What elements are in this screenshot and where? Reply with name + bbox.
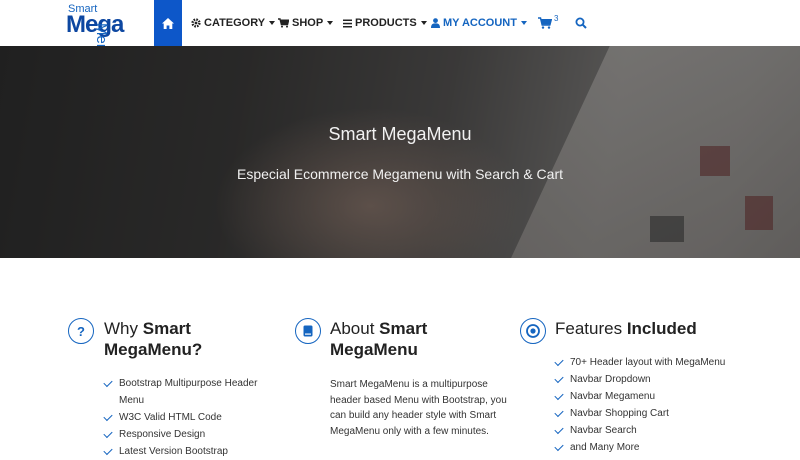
check-icon <box>103 445 113 456</box>
navbar: Smart Mega Menu CATEGORY SHOP PRODUCTS M… <box>0 0 800 61</box>
list-item-label: Responsive Design <box>119 429 206 440</box>
check-icon <box>554 373 564 384</box>
list-item-label: and Many More <box>570 442 640 453</box>
check-icon <box>103 411 113 422</box>
list-item: Responsive Design <box>103 426 284 443</box>
list-item: W3C Valid HTML Code <box>103 409 284 426</box>
about-title-pre: About <box>330 319 380 338</box>
hero-subtitle: Especial Ecommerce Megamenu with Search … <box>236 166 564 182</box>
features-title-pre: Features <box>555 319 627 338</box>
check-icon <box>554 390 564 401</box>
list-item-label: 70+ Header layout with MegaMenu <box>570 357 726 368</box>
nav-my-account[interactable]: MY ACCOUNT <box>431 0 527 46</box>
cart-count-badge: 3 <box>554 14 559 23</box>
nav-shop-label: SHOP <box>292 17 324 29</box>
list-item-label: W3C Valid HTML Code <box>119 412 222 423</box>
hero-overlay <box>0 46 800 258</box>
search-button[interactable] <box>575 16 587 29</box>
nav-category[interactable]: CATEGORY <box>191 0 276 46</box>
why-title-pre: Why <box>104 319 143 338</box>
list-item: Navbar Search <box>554 422 775 439</box>
features-title-bold: Included <box>626 319 697 338</box>
nav-shop[interactable]: SHOP <box>278 0 334 46</box>
check-icon <box>103 377 113 388</box>
list-item-label: Navbar Megamenu <box>570 391 656 402</box>
list-item: 70+ Header layout with MegaMenu <box>554 354 775 371</box>
why-title: Why Smart MegaMenu? <box>104 318 234 360</box>
features-list: 70+ Header layout with MegaMenu Navbar D… <box>554 354 775 456</box>
cart-button[interactable]: 3 <box>538 14 562 32</box>
list-item-label: Navbar Shopping Cart <box>570 408 669 419</box>
list-item: and Many More <box>554 439 775 456</box>
list-item: Latest Version Bootstrap <box>103 443 284 460</box>
about-text: Smart MegaMenu is a multipurpose header … <box>330 379 507 437</box>
nav-category-label: CATEGORY <box>204 17 266 29</box>
features-title: Features Included <box>555 318 755 339</box>
list-item: Bootstrap Multipurpose Header Menu <box>103 375 284 409</box>
list-item: Navbar Megamenu <box>554 388 775 405</box>
check-icon <box>554 424 564 435</box>
chevron-down-icon <box>327 21 334 25</box>
about-title: About Smart MegaMenu <box>330 318 470 360</box>
cart-icon <box>538 17 552 29</box>
hero-banner: Smart MegaMenu Especial Ecommerce Megame… <box>0 46 800 258</box>
user-icon <box>431 18 440 28</box>
list-item-label: Navbar Search <box>570 425 637 436</box>
question-icon: ? <box>68 318 94 344</box>
list-item: Navbar Shopping Cart <box>554 405 775 422</box>
list-item-label: Latest Version Bootstrap <box>119 446 228 457</box>
target-icon <box>520 318 546 344</box>
hero-title: Smart MegaMenu <box>328 124 472 144</box>
nav-products-label: PRODUCTS <box>355 17 417 29</box>
home-icon <box>162 17 174 29</box>
check-icon <box>103 428 113 439</box>
cart-icon <box>278 18 289 28</box>
search-icon <box>575 17 587 29</box>
list-item: Navbar Dropdown <box>554 371 775 388</box>
list-item-label: Navbar Dropdown <box>570 374 651 385</box>
chevron-down-icon <box>269 21 276 25</box>
list-icon <box>343 19 352 28</box>
nav-products[interactable]: PRODUCTS <box>343 0 427 46</box>
why-list: Bootstrap Multipurpose Header Menu W3C V… <box>103 375 284 460</box>
nav-my-account-label: MY ACCOUNT <box>443 17 517 29</box>
check-icon <box>554 356 564 367</box>
check-icon <box>554 441 564 452</box>
chevron-down-icon <box>520 21 527 25</box>
gear-icon <box>191 18 201 28</box>
chevron-down-icon <box>420 21 427 25</box>
check-icon <box>554 407 564 418</box>
logo[interactable]: Smart Mega Menu <box>66 1 130 61</box>
book-icon <box>295 318 321 344</box>
list-item-label: Bootstrap Multipurpose Header Menu <box>119 378 258 406</box>
home-button[interactable] <box>154 0 182 46</box>
